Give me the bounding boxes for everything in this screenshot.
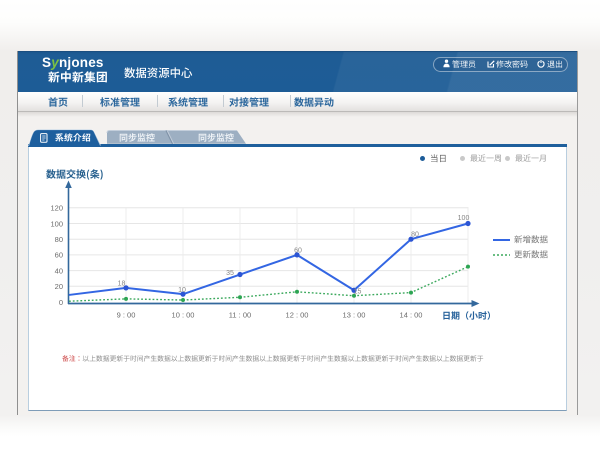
svg-text:0: 0 [59, 298, 63, 307]
svg-text:100: 100 [50, 219, 63, 228]
svg-text:15: 15 [354, 289, 362, 296]
svg-text:35: 35 [226, 270, 234, 277]
svg-text:80: 80 [411, 232, 419, 239]
svg-text:14 : 00: 14 : 00 [400, 311, 423, 320]
svg-text:10: 10 [178, 287, 186, 294]
svg-text:80: 80 [55, 235, 63, 244]
svg-text:40: 40 [55, 266, 63, 275]
svg-text:10 : 00: 10 : 00 [172, 311, 195, 320]
svg-text:20: 20 [55, 282, 63, 291]
svg-text:60: 60 [55, 251, 63, 260]
svg-text:18: 18 [118, 281, 126, 288]
svg-text:13 : 00: 13 : 00 [343, 311, 366, 320]
svg-text:100: 100 [458, 215, 470, 222]
svg-text:12 : 00: 12 : 00 [286, 311, 309, 320]
svg-text:60: 60 [294, 248, 302, 255]
svg-text:11 : 00: 11 : 00 [229, 311, 251, 320]
svg-text:120: 120 [50, 204, 63, 213]
svg-text:9 : 00: 9 : 00 [117, 311, 136, 320]
